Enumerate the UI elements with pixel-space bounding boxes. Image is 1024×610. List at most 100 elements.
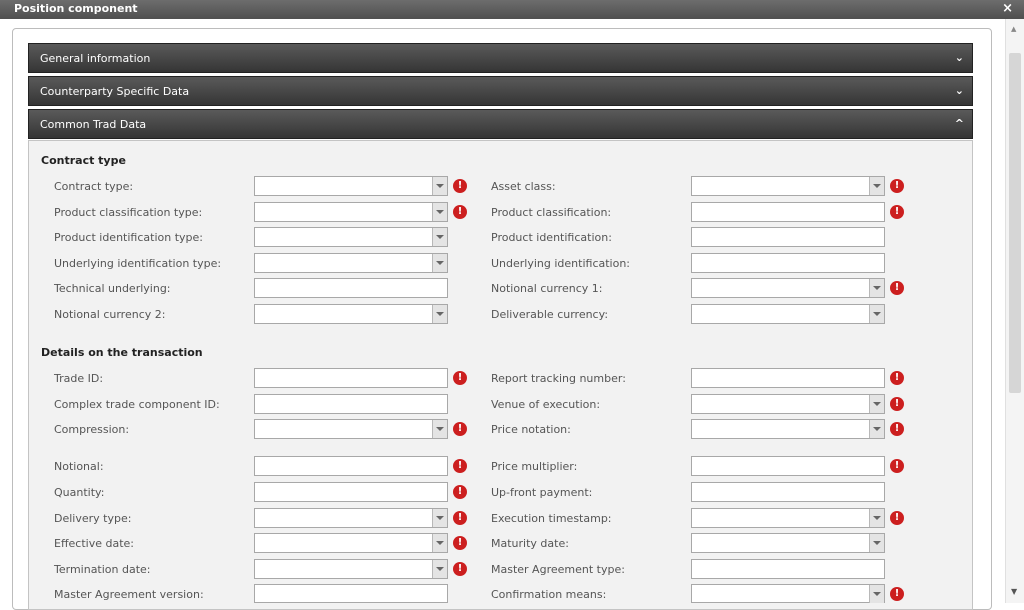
dropdown-arrow-icon[interactable] bbox=[432, 420, 447, 438]
product-identification-type-select[interactable] bbox=[254, 227, 448, 247]
complex-trade-component-id-label: Complex trade component ID: bbox=[54, 398, 220, 411]
trade-id-label: Trade ID: bbox=[54, 372, 104, 385]
notional-currency-1-label: Notional currency 1: bbox=[491, 282, 603, 295]
effective-date-select[interactable] bbox=[254, 533, 448, 553]
notional-currency-1-select[interactable] bbox=[691, 278, 885, 298]
dropdown-arrow-icon[interactable] bbox=[869, 305, 884, 323]
required-error-icon: ! bbox=[890, 397, 904, 411]
required-error-icon: ! bbox=[890, 511, 904, 525]
vertical-scrollbar[interactable]: ▲ ▼ bbox=[1005, 19, 1024, 603]
dropdown-arrow-icon[interactable] bbox=[432, 203, 447, 221]
up-front-payment-label: Up-front payment: bbox=[491, 486, 593, 499]
close-icon[interactable]: × bbox=[1002, 1, 1013, 16]
notional-input[interactable] bbox=[254, 456, 448, 476]
required-error-icon: ! bbox=[453, 562, 467, 576]
up-front-payment-input[interactable] bbox=[691, 482, 885, 502]
deliverable-currency-select[interactable] bbox=[691, 304, 885, 324]
dropdown-arrow-icon[interactable] bbox=[432, 254, 447, 272]
maturity-date-select[interactable] bbox=[691, 533, 885, 553]
contract-type-select[interactable] bbox=[254, 176, 448, 196]
compression-label: Compression: bbox=[54, 423, 130, 436]
required-error-icon: ! bbox=[890, 459, 904, 473]
product-identification-label: Product identification: bbox=[491, 231, 612, 244]
technical-underlying-label: Technical underlying: bbox=[54, 282, 171, 295]
dropdown-arrow-icon[interactable] bbox=[869, 534, 884, 552]
dropdown-arrow-icon[interactable] bbox=[869, 420, 884, 438]
accordion-general-information[interactable]: General information ⌄ bbox=[28, 43, 973, 73]
master-agreement-version-input[interactable] bbox=[254, 584, 448, 603]
product-identification-input[interactable] bbox=[691, 227, 885, 247]
dropdown-arrow-icon[interactable] bbox=[869, 395, 884, 413]
asset-class-select[interactable] bbox=[691, 176, 885, 196]
underlying-identification-type-label: Underlying identification type: bbox=[54, 257, 222, 270]
confirmation-means-select[interactable] bbox=[691, 584, 885, 603]
maturity-date-label: Maturity date: bbox=[491, 537, 569, 550]
delivery-type-select[interactable] bbox=[254, 508, 448, 528]
complex-trade-component-id-input[interactable] bbox=[254, 394, 448, 414]
product-identification-type-label: Product identification type: bbox=[54, 231, 203, 244]
scrollbar-thumb[interactable] bbox=[1009, 53, 1021, 393]
delivery-type-label: Delivery type: bbox=[54, 512, 132, 525]
product-classification-type-label: Product classification type: bbox=[54, 206, 203, 219]
required-error-icon: ! bbox=[453, 485, 467, 499]
execution-timestamp-select[interactable] bbox=[691, 508, 885, 528]
master-agreement-type-input[interactable] bbox=[691, 559, 885, 579]
venue-of-execution-select[interactable] bbox=[691, 394, 885, 414]
compression-select[interactable] bbox=[254, 419, 448, 439]
required-error-icon: ! bbox=[890, 179, 904, 193]
contract-type-label: Contract type: bbox=[54, 180, 134, 193]
scroll-up-icon[interactable]: ▲ bbox=[1011, 25, 1016, 33]
accordion-counterparty-specific-data[interactable]: Counterparty Specific Data ⌄ bbox=[28, 76, 973, 106]
dropdown-arrow-icon[interactable] bbox=[432, 560, 447, 578]
dropdown-arrow-icon[interactable] bbox=[432, 509, 447, 527]
dropdown-arrow-icon[interactable] bbox=[432, 305, 447, 323]
accordion-label: Common Trad Data bbox=[40, 118, 147, 131]
required-error-icon: ! bbox=[453, 179, 467, 193]
required-error-icon: ! bbox=[890, 422, 904, 436]
dropdown-arrow-icon[interactable] bbox=[869, 177, 884, 195]
product-classification-type-select[interactable] bbox=[254, 202, 448, 222]
execution-timestamp-label: Execution timestamp: bbox=[491, 512, 612, 525]
master-agreement-version-label: Master Agreement version: bbox=[54, 588, 204, 601]
required-error-icon: ! bbox=[453, 536, 467, 550]
notional-currency-2-label: Notional currency 2: bbox=[54, 308, 166, 321]
accordion-common-trad-data[interactable]: Common Trad Data ^ bbox=[28, 109, 973, 139]
master-agreement-type-label: Master Agreement type: bbox=[491, 563, 625, 576]
required-error-icon: ! bbox=[453, 422, 467, 436]
underlying-identification-input[interactable] bbox=[691, 253, 885, 273]
notional-label: Notional: bbox=[54, 460, 104, 473]
required-error-icon: ! bbox=[453, 371, 467, 385]
underlying-identification-label: Underlying identification: bbox=[491, 257, 631, 270]
notional-currency-2-select[interactable] bbox=[254, 304, 448, 324]
required-error-icon: ! bbox=[890, 371, 904, 385]
dropdown-arrow-icon[interactable] bbox=[869, 585, 884, 603]
deliverable-currency-label: Deliverable currency: bbox=[491, 308, 609, 321]
dropdown-arrow-icon[interactable] bbox=[432, 177, 447, 195]
required-error-icon: ! bbox=[453, 511, 467, 525]
termination-date-select[interactable] bbox=[254, 559, 448, 579]
dropdown-arrow-icon[interactable] bbox=[432, 228, 447, 246]
chevron-up-icon: ^ bbox=[954, 117, 964, 130]
dropdown-arrow-icon[interactable] bbox=[432, 534, 447, 552]
section-title-details-on-transaction: Details on the transaction bbox=[41, 346, 203, 359]
trade-id-input[interactable] bbox=[254, 368, 448, 388]
scroll-down-icon[interactable]: ▼ bbox=[1011, 587, 1017, 596]
termination-date-label: Termination date: bbox=[54, 563, 151, 576]
underlying-identification-type-select[interactable] bbox=[254, 253, 448, 273]
price-multiplier-label: Price multiplier: bbox=[491, 460, 578, 473]
price-multiplier-input[interactable] bbox=[691, 456, 885, 476]
price-notation-select[interactable] bbox=[691, 419, 885, 439]
dropdown-arrow-icon[interactable] bbox=[869, 509, 884, 527]
required-error-icon: ! bbox=[890, 587, 904, 601]
technical-underlying-input[interactable] bbox=[254, 278, 448, 298]
dialog-title: Position component bbox=[14, 2, 138, 15]
dialog-titlebar: Position component × bbox=[0, 0, 1024, 19]
asset-class-label: Asset class: bbox=[491, 180, 556, 193]
product-classification-input[interactable] bbox=[691, 202, 885, 222]
quantity-input[interactable] bbox=[254, 482, 448, 502]
dropdown-arrow-icon[interactable] bbox=[869, 279, 884, 297]
accordion-label: Counterparty Specific Data bbox=[40, 85, 190, 98]
report-tracking-number-input[interactable] bbox=[691, 368, 885, 388]
chevron-down-icon: ⌄ bbox=[954, 51, 964, 64]
product-classification-label: Product classification: bbox=[491, 206, 612, 219]
